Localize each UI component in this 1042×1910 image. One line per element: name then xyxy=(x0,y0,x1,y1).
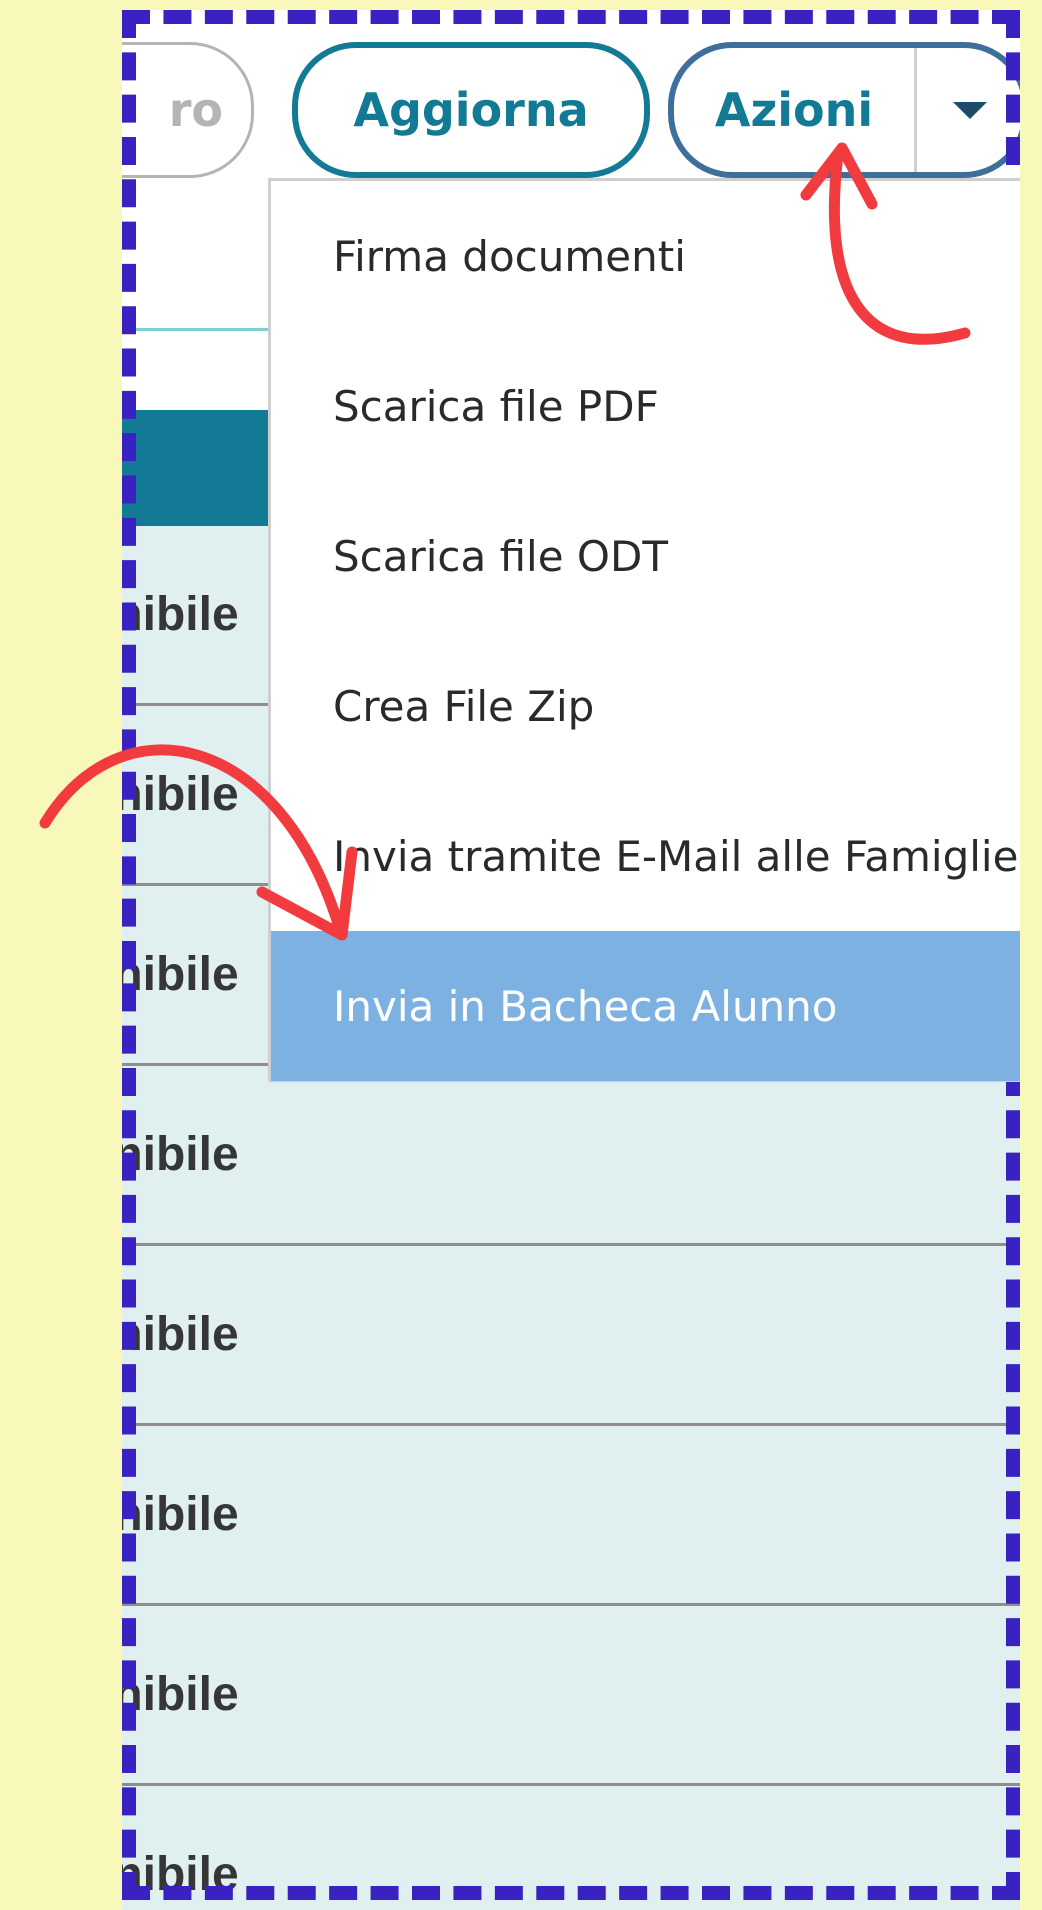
row-status: onibile xyxy=(122,768,239,821)
menu-item-label: Invia in Bacheca Alunno xyxy=(333,981,838,1031)
table-row[interactable]: onibile xyxy=(122,1066,1020,1246)
table-row[interactable]: onibile xyxy=(122,1426,1020,1606)
menu-item-label: Invia tramite E-Mail alle Famiglie xyxy=(333,831,1019,881)
actions-button-label[interactable]: Azioni xyxy=(674,83,914,137)
partial-button[interactable]: ro xyxy=(122,42,254,178)
actions-button-divider xyxy=(914,48,917,172)
table-row[interactable]: onibile xyxy=(122,1606,1020,1786)
caret-down-icon[interactable] xyxy=(953,101,987,119)
row-status: onibile xyxy=(122,1848,239,1901)
row-status: onibile xyxy=(122,1488,239,1541)
table-row[interactable]: onibile xyxy=(122,1246,1020,1426)
table-row[interactable]: onibile xyxy=(122,1786,1020,1910)
refresh-button-label: Aggiorna xyxy=(353,83,589,137)
row-status: onibile xyxy=(122,1668,239,1721)
menu-item-invia-bacheca-alunno[interactable]: Invia in Bacheca Alunno xyxy=(271,931,1020,1081)
actions-split-button[interactable]: Azioni xyxy=(668,42,1020,178)
menu-item-scarica-odt[interactable]: Scarica file ODT xyxy=(271,481,1020,631)
refresh-button[interactable]: Aggiorna xyxy=(292,42,650,178)
row-status: onibile xyxy=(122,588,239,641)
row-status: onibile xyxy=(122,1128,239,1181)
row-status: onibile xyxy=(122,948,239,1001)
menu-item-firma-documenti[interactable]: Firma documenti xyxy=(271,181,1020,331)
app-viewport: ro Aggiorna Azioni onibile onibile onibi… xyxy=(122,10,1020,1910)
partial-button-label: ro xyxy=(168,83,223,137)
menu-item-crea-zip[interactable]: Crea File Zip xyxy=(271,631,1020,781)
menu-item-label: Scarica file PDF xyxy=(333,381,659,431)
menu-item-label: Scarica file ODT xyxy=(333,531,668,581)
menu-item-scarica-pdf[interactable]: Scarica file PDF xyxy=(271,331,1020,481)
menu-item-invia-email-famiglie[interactable]: Invia tramite E-Mail alle Famiglie xyxy=(271,781,1020,931)
tab-underline xyxy=(122,328,272,331)
menu-item-label: Crea File Zip xyxy=(333,681,595,731)
row-status: onibile xyxy=(122,1308,239,1361)
menu-item-label: Firma documenti xyxy=(333,231,686,281)
actions-dropdown-menu: Firma documenti Scarica file PDF Scarica… xyxy=(268,178,1020,1082)
